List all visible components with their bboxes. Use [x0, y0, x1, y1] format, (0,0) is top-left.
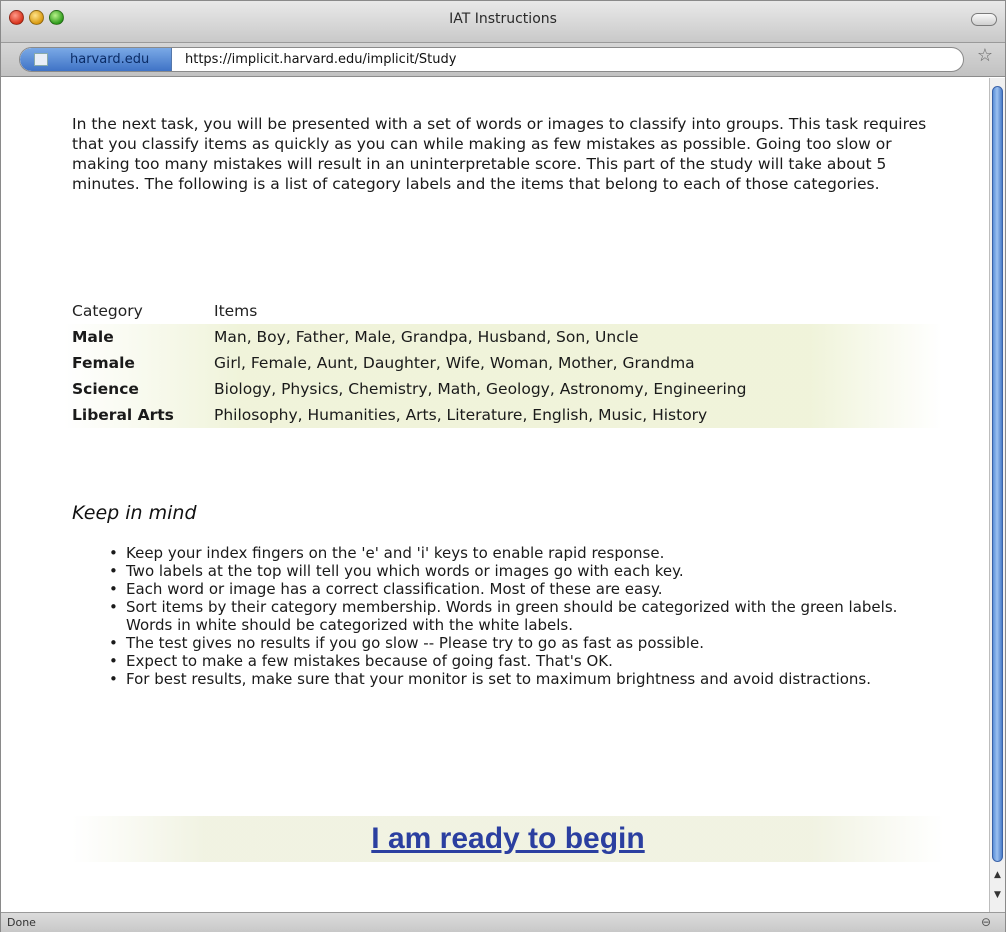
- column-header-category: Category: [72, 302, 143, 320]
- status-text: Done: [7, 916, 36, 929]
- category-items: Man, Boy, Father, Male, Grandpa, Husband…: [214, 328, 639, 346]
- window-title: IAT Instructions: [449, 11, 557, 27]
- table-row: Female Girl, Female, Aunt, Daughter, Wif…: [64, 350, 942, 376]
- intro-paragraph: In the next task, you will be presented …: [72, 115, 927, 193]
- column-header-items: Items: [214, 302, 258, 320]
- list-item: For best results, make sure that your mo…: [109, 670, 916, 688]
- table-row: Male Man, Boy, Father, Male, Grandpa, Hu…: [64, 324, 942, 350]
- site-identity-label: harvard.edu: [70, 52, 150, 67]
- category-name: Science: [72, 380, 139, 398]
- favicon-icon: [34, 53, 48, 66]
- list-item: The test gives no results if you go slow…: [109, 634, 916, 652]
- address-bar-row: harvard.edu https://implicit.harvard.edu…: [1, 43, 1005, 77]
- table-header-row: Category Items: [64, 298, 942, 324]
- list-item: Two labels at the top will tell you whic…: [109, 562, 916, 580]
- table-row: Science Biology, Physics, Chemistry, Mat…: [64, 376, 942, 402]
- category-items: Biology, Physics, Chemistry, Math, Geolo…: [214, 380, 747, 398]
- list-item: Expect to make a few mistakes because of…: [109, 652, 916, 670]
- site-identity-button[interactable]: harvard.edu: [20, 48, 172, 71]
- toolbar-toggle-button[interactable]: [971, 13, 997, 26]
- url-text[interactable]: https://implicit.harvard.edu/implicit/St…: [185, 52, 456, 67]
- address-field[interactable]: harvard.edu https://implicit.harvard.edu…: [19, 47, 964, 72]
- page-content: In the next task, you will be presented …: [2, 78, 988, 912]
- begin-bar: I am ready to begin: [72, 816, 944, 862]
- category-items: Girl, Female, Aunt, Daughter, Wife, Woma…: [214, 354, 695, 372]
- table-row: Liberal Arts Philosophy, Humanities, Art…: [64, 402, 942, 428]
- scroll-up-icon[interactable]: ▲: [994, 870, 1001, 880]
- lock-icon: ⊖: [980, 915, 991, 929]
- tips-list: Keep your index fingers on the 'e' and '…: [109, 544, 916, 688]
- category-name: Male: [72, 328, 114, 346]
- list-item: Each word or image has a correct classif…: [109, 580, 916, 598]
- keep-in-mind-heading: Keep in mind: [72, 502, 197, 524]
- category-name: Female: [72, 354, 135, 372]
- scroll-thumb[interactable]: [992, 86, 1003, 862]
- browser-window: IAT Instructions harvard.edu https://imp…: [0, 0, 1006, 932]
- category-items: Philosophy, Humanities, Arts, Literature…: [214, 406, 708, 424]
- status-bar: Done ⊖: [1, 912, 1005, 932]
- list-item: Sort items by their category membership.…: [109, 598, 916, 634]
- title-bar: IAT Instructions: [1, 1, 1005, 43]
- list-item: Keep your index fingers on the 'e' and '…: [109, 544, 916, 562]
- vertical-scrollbar[interactable]: ▲ ▼: [989, 78, 1005, 912]
- begin-link[interactable]: I am ready to begin: [72, 822, 944, 856]
- star-icon[interactable]: ☆: [977, 47, 993, 65]
- scroll-down-icon[interactable]: ▼: [994, 890, 1001, 900]
- category-name: Liberal Arts: [72, 406, 174, 424]
- category-table: Category Items Male Man, Boy, Father, Ma…: [64, 298, 942, 428]
